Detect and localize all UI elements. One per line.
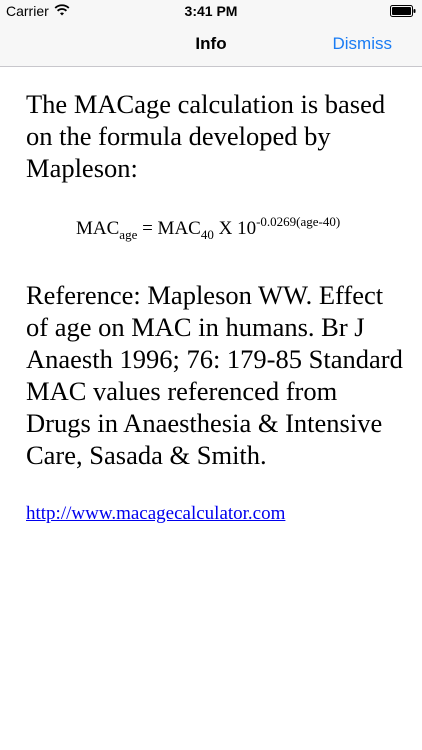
status-bar: Carrier 3:41 PM	[0, 0, 422, 22]
formula-multiplier: X 10	[213, 218, 257, 239]
dismiss-button[interactable]: Dismiss	[333, 34, 393, 54]
formula-lhs: MAC	[76, 218, 120, 239]
formula-equals: = MAC	[137, 218, 201, 239]
info-content: The MACage calculation is based on the f…	[26, 88, 406, 525]
formula-lhs-subscript: age	[119, 227, 138, 242]
reference-text: Reference: Mapleson WW. Effect of age on…	[26, 280, 403, 470]
battery-icon	[390, 5, 416, 17]
website-link[interactable]: http://www.macagecalculator.com	[26, 503, 285, 525]
intro-text: The MACage calculation is based on the f…	[26, 89, 386, 183]
mac-formula: MACage = MAC40 X 10-0.0269(age-40)	[76, 210, 406, 247]
formula-rhs-subscript: 40	[200, 227, 214, 242]
navigation-bar: Info Dismiss	[0, 22, 422, 67]
status-time: 3:41 PM	[184, 3, 238, 19]
formula-exponent: -0.0269(age-40)	[256, 214, 341, 229]
